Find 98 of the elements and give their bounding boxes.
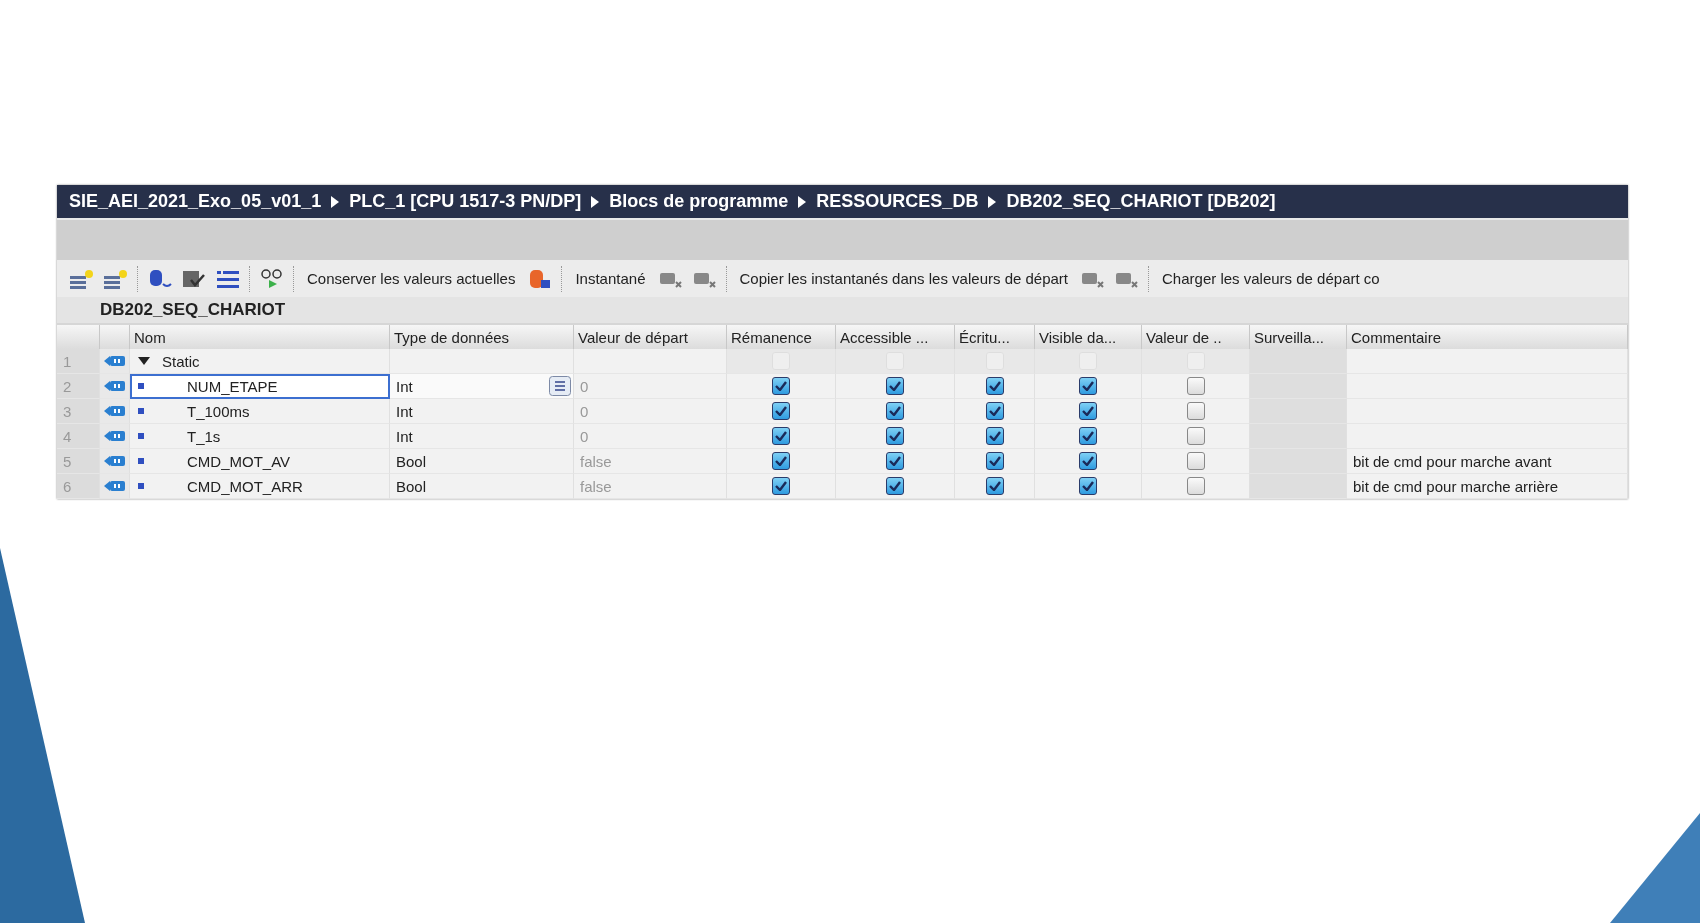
column-header[interactable]: Type de données bbox=[390, 325, 574, 349]
toolbar-button[interactable]: Instantané bbox=[571, 268, 650, 289]
column-header[interactable]: Valeur de .. bbox=[1142, 325, 1250, 349]
variable-name: Static bbox=[162, 352, 200, 370]
checkbox[interactable] bbox=[985, 402, 1004, 420]
checkbox[interactable] bbox=[772, 477, 790, 495]
comment-cell: bit de cmd pour marche avant bbox=[1347, 449, 1628, 474]
breadcrumb-item[interactable]: RESSOURCES_DB bbox=[816, 191, 979, 212]
checkbox[interactable] bbox=[1186, 452, 1205, 470]
breadcrumb-arrow-icon bbox=[591, 195, 600, 208]
list-button-icon[interactable] bbox=[549, 376, 571, 396]
column-header[interactable]: Nom bbox=[130, 325, 390, 349]
start-value-cell: false bbox=[574, 449, 727, 474]
column-header[interactable]: Accessible ... bbox=[836, 325, 955, 349]
checkbox[interactable] bbox=[772, 427, 790, 445]
checkbox[interactable] bbox=[1079, 377, 1097, 395]
name-cell[interactable]: CMD_MOT_ARR bbox=[130, 474, 390, 499]
checkbox[interactable] bbox=[886, 402, 904, 420]
variable-name: NUM_ETAPE bbox=[187, 377, 278, 395]
block-title: DB202_SEQ_CHARIOT bbox=[100, 300, 286, 320]
interface-icon bbox=[104, 454, 126, 468]
row-number: 2 bbox=[57, 374, 100, 399]
checkbox[interactable] bbox=[1186, 402, 1205, 420]
start-value-cell: false bbox=[574, 474, 727, 499]
variable-name: T_100ms bbox=[187, 402, 250, 420]
checkbox[interactable] bbox=[1079, 427, 1097, 445]
insert-row-icon[interactable] bbox=[103, 267, 129, 290]
name-cell[interactable]: T_100ms bbox=[130, 399, 390, 424]
checkbox[interactable] bbox=[985, 377, 1004, 395]
variable-name: T_1s bbox=[187, 427, 221, 445]
start-value-cell: 0 bbox=[574, 374, 727, 399]
breadcrumb-arrow-icon bbox=[798, 195, 807, 208]
breadcrumb-item[interactable]: DB202_SEQ_CHARIOT [DB202] bbox=[1006, 191, 1276, 212]
name-cell[interactable]: Static bbox=[130, 349, 390, 374]
row-number: 6 bbox=[57, 474, 100, 499]
insert-row-icon[interactable] bbox=[69, 267, 95, 290]
square-icon bbox=[138, 433, 144, 439]
name-cell[interactable]: NUM_ETAPE bbox=[130, 374, 390, 399]
breadcrumb-arrow-icon bbox=[988, 195, 997, 208]
header-cell bbox=[57, 325, 100, 349]
checkbox[interactable] bbox=[772, 402, 790, 420]
type-text: Int bbox=[396, 427, 413, 445]
type-text: Bool bbox=[396, 452, 427, 470]
interface-icon bbox=[104, 429, 126, 443]
checkbox[interactable] bbox=[1186, 377, 1205, 395]
interface-icon bbox=[104, 479, 126, 493]
column-header[interactable]: Valeur de départ bbox=[574, 325, 727, 349]
row-number: 5 bbox=[57, 449, 100, 474]
breadcrumb-arrow-icon bbox=[331, 195, 340, 208]
square-icon bbox=[138, 383, 144, 389]
column-header[interactable]: Commentaire bbox=[1347, 325, 1628, 349]
column-header[interactable]: Rémanence bbox=[727, 325, 836, 349]
checkbox[interactable] bbox=[1186, 477, 1205, 495]
variable-name: CMD_MOT_ARR bbox=[187, 477, 303, 495]
checkbox[interactable] bbox=[1079, 402, 1097, 420]
checkbox[interactable] bbox=[985, 477, 1004, 495]
interface-icon bbox=[104, 354, 126, 368]
row-number: 3 bbox=[57, 399, 100, 424]
header-cell bbox=[100, 325, 130, 349]
checkbox[interactable] bbox=[886, 452, 904, 470]
toolbar-button[interactable]: Conserver les valeurs actuelles bbox=[303, 268, 520, 289]
column-header[interactable]: Écritu... bbox=[955, 325, 1035, 349]
glasses-icon[interactable] bbox=[259, 267, 285, 290]
breadcrumb-item[interactable]: PLC_1 [CPU 1517-3 PN/DP] bbox=[349, 191, 582, 212]
square-icon bbox=[138, 483, 144, 489]
type-text: Bool bbox=[396, 477, 427, 495]
variable-name: CMD_MOT_AV bbox=[187, 452, 291, 470]
interface-icon bbox=[104, 404, 126, 418]
checkbox[interactable] bbox=[772, 377, 790, 395]
name-cell[interactable]: CMD_MOT_AV bbox=[130, 449, 390, 474]
square-icon bbox=[138, 408, 144, 414]
toolbar-button[interactable]: Copier les instantanés dans les valeurs de départ bbox=[735, 268, 1073, 289]
breadcrumb-item[interactable]: Blocs de programme bbox=[609, 191, 789, 212]
expand-arrow-icon[interactable] bbox=[138, 356, 150, 366]
column-header[interactable]: Surveilla... bbox=[1250, 325, 1347, 349]
comment-cell: bit de cmd pour marche arrière bbox=[1347, 474, 1628, 499]
row-number: 4 bbox=[57, 424, 100, 449]
checkbox[interactable] bbox=[886, 377, 904, 395]
row-number: 1 bbox=[57, 349, 100, 374]
type-text: Int bbox=[396, 402, 413, 420]
breadcrumb-item[interactable]: SIE_AEI_2021_Exo_05_v01_1 bbox=[69, 191, 322, 212]
database-icon[interactable] bbox=[147, 267, 173, 290]
name-cell[interactable]: T_1s bbox=[130, 424, 390, 449]
checkbox[interactable] bbox=[886, 477, 904, 495]
interface-icon bbox=[104, 379, 126, 393]
checkbox[interactable] bbox=[985, 427, 1004, 445]
toolbar-button[interactable]: Charger les valeurs de départ co bbox=[1158, 268, 1384, 289]
checkbox[interactable] bbox=[1079, 477, 1097, 495]
checkbox[interactable] bbox=[1186, 427, 1205, 445]
checkbox[interactable] bbox=[886, 427, 904, 445]
checkbox[interactable] bbox=[772, 452, 790, 470]
start-value-cell: 0 bbox=[574, 424, 727, 449]
start-value-cell: 0 bbox=[574, 399, 727, 424]
checkbox[interactable] bbox=[1079, 452, 1097, 470]
checkbox[interactable] bbox=[985, 452, 1004, 470]
column-header[interactable]: Visible da... bbox=[1035, 325, 1142, 349]
square-icon bbox=[138, 458, 144, 464]
type-text: Int bbox=[396, 377, 413, 395]
